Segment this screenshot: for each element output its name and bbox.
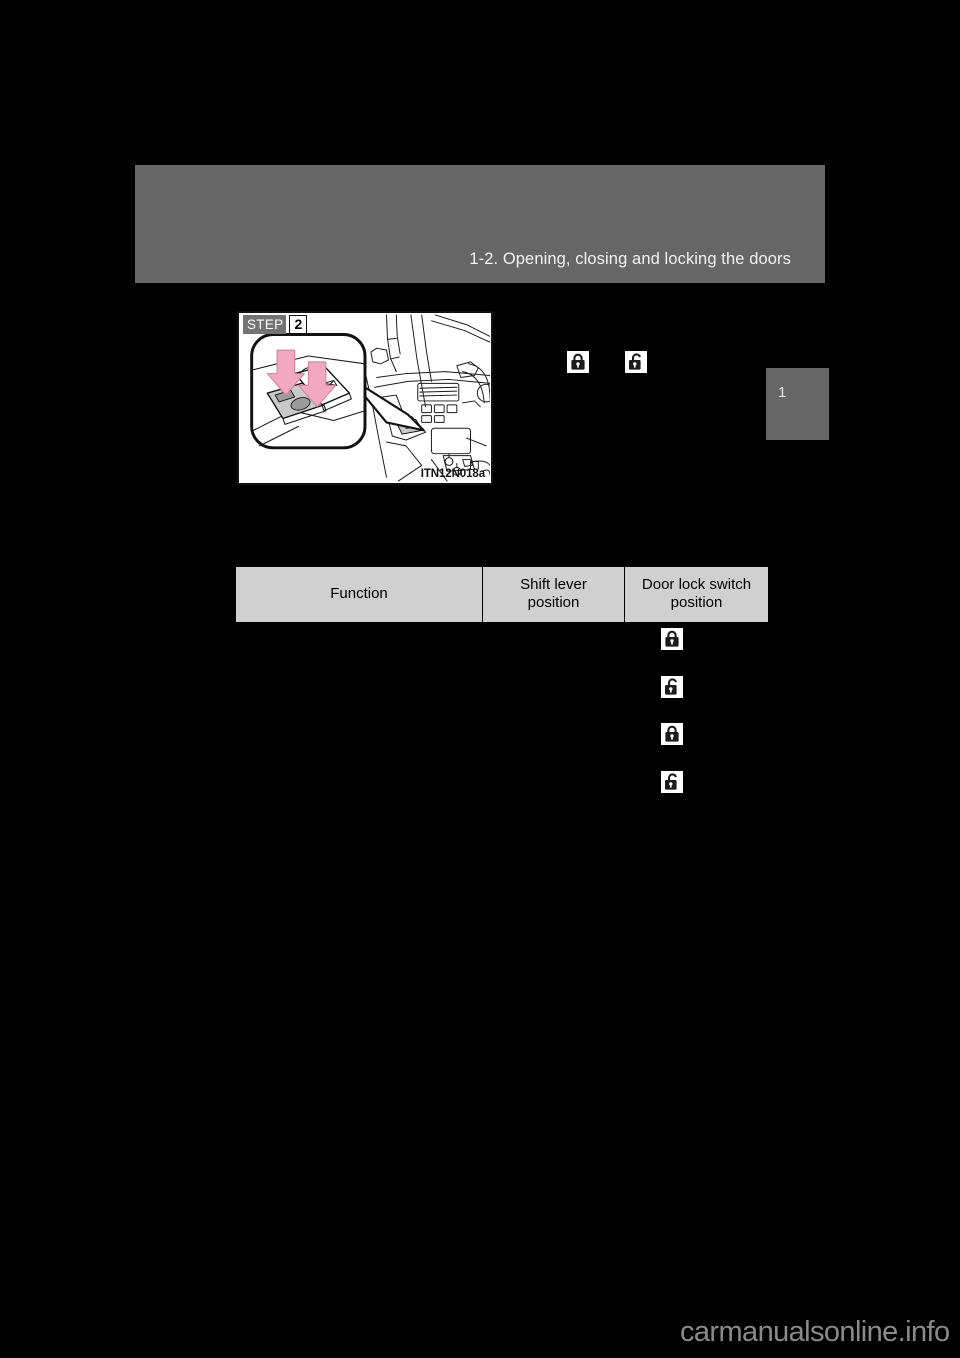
lock-icon [661, 628, 683, 650]
column-header-door-lock-line1: Door lock switch [641, 576, 752, 593]
page-title: 1-2. Opening, closing and locking the do… [469, 250, 791, 268]
unlock-icon [625, 351, 647, 373]
column-header-shift-lever-line1: Shift lever [520, 576, 587, 593]
icon-cell-row-1 [661, 628, 685, 676]
icon-cell-row-2 [661, 675, 685, 724]
icon-cell-row-4 [661, 770, 685, 819]
illustration-artwork [250, 314, 491, 482]
column-header-shift-lever-position: Shift lever position [482, 566, 625, 623]
step-badge-label: STEP [243, 315, 287, 334]
icon-cell-row-3 [661, 723, 685, 771]
door-lock-switch-position-icon-column [661, 628, 685, 818]
site-watermark: carmanualsonline.info [680, 1316, 950, 1348]
column-header-shift-lever-line2: position [527, 594, 580, 612]
table-header-row: Function Shift lever position Door lock … [235, 566, 769, 623]
step-badge: STEP 2 [243, 315, 308, 334]
step-badge-number: 2 [289, 315, 308, 334]
chapter-tab-number: 1 [778, 384, 787, 401]
step-illustration: STEP 2 ITN12N018a [237, 311, 493, 485]
unlock-icon [661, 770, 683, 793]
lock-icon [661, 723, 683, 745]
column-header-door-lock-switch-position: Door lock switch position [624, 566, 769, 623]
table-header: Function Shift lever position Door lock … [235, 566, 769, 623]
page-header-band: 1-2. Opening, closing and locking the do… [135, 165, 825, 283]
inline-lock-icon-group [567, 351, 687, 375]
chapter-tab: 1 [766, 368, 829, 440]
illustration-caption: ITN12N018a [420, 468, 485, 480]
column-header-function: Function [235, 566, 483, 623]
door-lock-function-table: Function Shift lever position Door lock … [235, 566, 769, 623]
column-header-door-lock-line2: position [670, 594, 723, 612]
lock-icon [567, 351, 589, 373]
unlock-icon [661, 675, 683, 698]
